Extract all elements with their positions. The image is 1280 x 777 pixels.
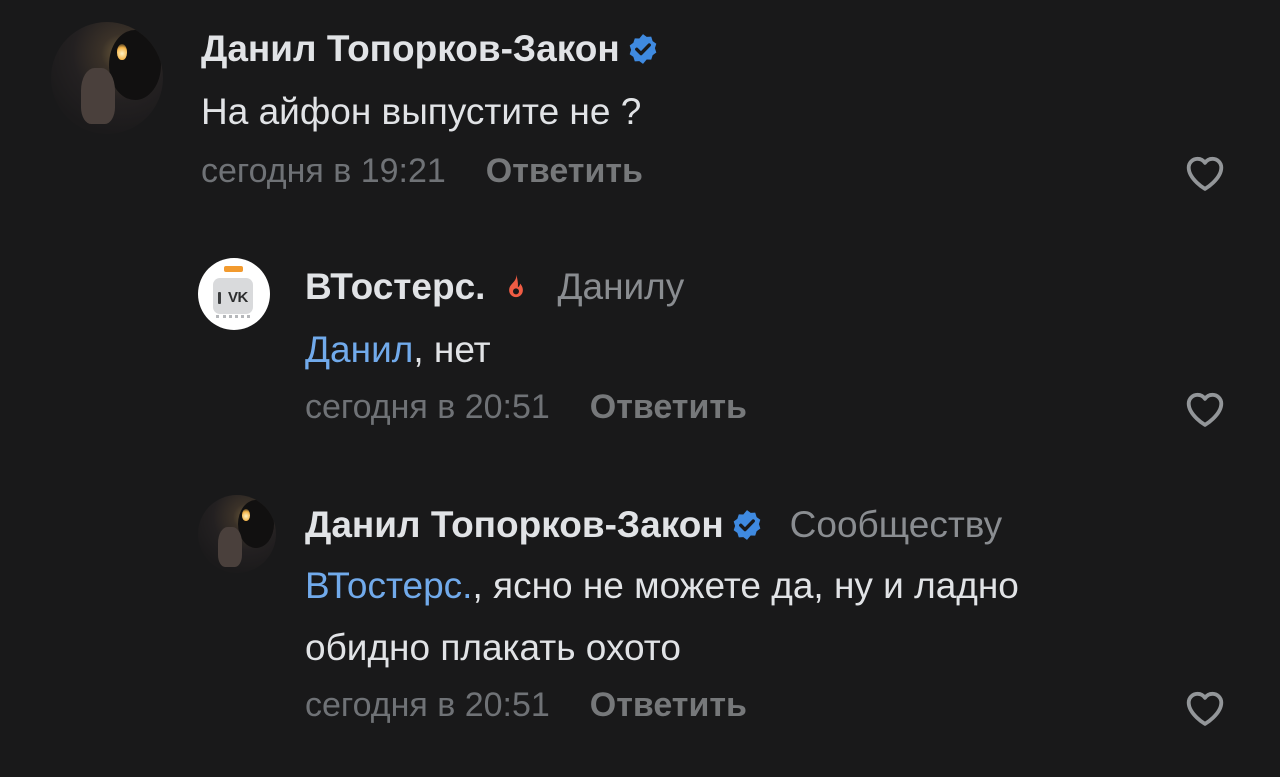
timestamp: сегодня в 19:21 [201,152,446,190]
comment-text: ВТостерс., ясно не можете да, ну и ладно [305,565,1019,606]
author-name[interactable]: ВТостерс. [305,266,485,308]
reply-button[interactable]: Ответить [590,686,747,725]
comment-meta: сегодня в 20:51 Ответить [305,388,747,427]
user-avatar[interactable] [198,495,276,573]
comment: Данил Топорков-Закон На айфон выпустите … [0,0,1280,220]
author-name[interactable]: Данил Топорков-Закон [305,504,724,546]
heart-outline-icon[interactable] [1182,150,1228,196]
heart-outline-icon[interactable] [1182,386,1228,432]
author-name[interactable]: Данил Топорков-Закон [201,28,620,70]
timestamp: сегодня в 20:51 [305,686,550,724]
verified-check-icon [629,34,656,64]
comment-meta: сегодня в 19:21 Ответить [201,152,643,191]
mention-link[interactable]: ВТостерс. [305,565,472,606]
heart-outline-icon[interactable] [1182,685,1228,731]
toaster-vk-avatar[interactable]: VK [198,258,270,330]
mention-link[interactable]: Данил [305,329,413,370]
comment-text: На айфон выпустите не ? [201,91,642,132]
reply-to-target[interactable]: Сообществу [790,504,1002,546]
comment-text-line: обидно плакать охото [305,627,681,668]
comment-reply: VK ВТостерс. Данилу Данил, нет сегодня в… [0,220,1280,480]
verified-check-icon [733,510,760,540]
reply-button[interactable]: Ответить [590,388,747,427]
author-row: Данил Топорков-Закон Сообществу [305,504,1002,546]
author-row: ВТостерс. Данилу [305,266,684,308]
comment-text: Данил, нет [305,329,491,370]
reply-button[interactable]: Ответить [486,152,643,191]
author-row: Данил Топорков-Закон [201,28,660,70]
comment-reply: Данил Топорков-Закон Сообществу ВТостерс… [0,480,1280,777]
reply-to-target[interactable]: Данилу [557,266,684,308]
timestamp: сегодня в 20:51 [305,388,550,426]
user-avatar[interactable] [51,22,163,134]
comment-meta: сегодня в 20:51 Ответить [305,686,747,725]
fire-icon [509,274,524,298]
